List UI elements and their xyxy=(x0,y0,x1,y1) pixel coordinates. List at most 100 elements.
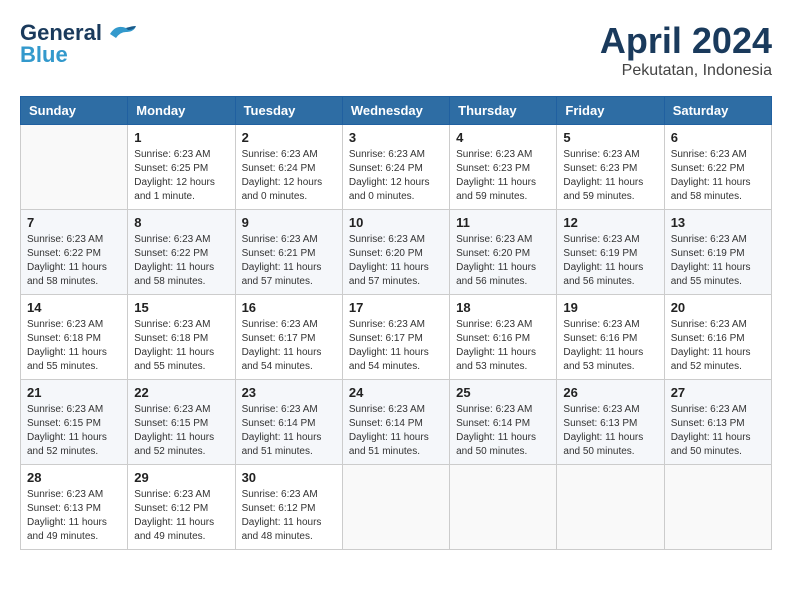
day-info: Sunrise: 6:23 AMSunset: 6:18 PMDaylight:… xyxy=(27,318,121,374)
calendar-day-cell: 22 Sunrise: 6:23 AMSunset: 6:15 PMDayligh… xyxy=(128,380,235,465)
header-friday: Friday xyxy=(557,97,664,125)
day-info: Sunrise: 6:23 AMSunset: 6:20 PMDaylight:… xyxy=(456,233,550,289)
calendar-day-cell xyxy=(557,465,664,550)
day-number: 23 xyxy=(242,385,336,400)
calendar-day-cell: 23Sunrise: 6:23 AMSunset: 6:14 PMDayligh… xyxy=(235,380,342,465)
calendar-day-cell: 7 Sunrise: 6:23 AMSunset: 6:22 PMDaylight… xyxy=(21,210,128,295)
logo-bird-icon xyxy=(106,22,138,44)
calendar-day-cell: 24Sunrise: 6:23 AMSunset: 6:14 PMDayligh… xyxy=(342,380,449,465)
calendar-day-cell: 8Sunrise: 6:23 AMSunset: 6:22 PMDaylight… xyxy=(128,210,235,295)
day-info: Sunrise: 6:23 AMSunset: 6:15 PMDaylight:… xyxy=(27,403,121,459)
day-info: Sunrise: 6:23 AMSunset: 6:12 PMDaylight:… xyxy=(134,488,228,544)
calendar-title: April 2024 xyxy=(600,20,772,62)
calendar-day-cell: 27Sunrise: 6:23 AMSunset: 6:13 PMDayligh… xyxy=(664,380,771,465)
calendar-day-cell: 16 Sunrise: 6:23 AMSunset: 6:17 PMDayligh… xyxy=(235,295,342,380)
day-info: Sunrise: 6:23 AMSunset: 6:19 PMDaylight:… xyxy=(563,233,657,289)
calendar-week-row: 28Sunrise: 6:23 AMSunset: 6:13 PMDayligh… xyxy=(21,465,772,550)
day-number: 2 xyxy=(242,130,336,145)
calendar-day-cell: 30 Sunrise: 6:23 AMSunset: 6:12 PMDayligh… xyxy=(235,465,342,550)
day-number: 25 xyxy=(456,385,550,400)
day-number: 21 xyxy=(27,385,121,400)
page-header: General Blue April 2024 Pekutatan, Indon… xyxy=(20,20,772,80)
calendar-day-cell: 5 Sunrise: 6:23 AMSunset: 6:23 PMDaylight… xyxy=(557,125,664,210)
day-number: 10 xyxy=(349,215,443,230)
day-number: 9 xyxy=(242,215,336,230)
calendar-day-cell: 14Sunrise: 6:23 AMSunset: 6:18 PMDayligh… xyxy=(21,295,128,380)
day-info: Sunrise: 6:23 AMSunset: 6:14 PMDaylight:… xyxy=(349,403,443,459)
day-number: 19 xyxy=(563,300,657,315)
calendar-day-cell: 11 Sunrise: 6:23 AMSunset: 6:20 PMDayligh… xyxy=(450,210,557,295)
calendar-day-cell: 15 Sunrise: 6:23 AMSunset: 6:18 PMDayligh… xyxy=(128,295,235,380)
day-number: 1 xyxy=(134,130,228,145)
calendar-day-cell: 28Sunrise: 6:23 AMSunset: 6:13 PMDayligh… xyxy=(21,465,128,550)
day-info: Sunrise: 6:23 AMSunset: 6:24 PMDaylight:… xyxy=(349,148,443,204)
day-number: 3 xyxy=(349,130,443,145)
calendar-day-cell: 9 Sunrise: 6:23 AMSunset: 6:21 PMDaylight… xyxy=(235,210,342,295)
day-info: Sunrise: 6:23 AMSunset: 6:13 PMDaylight:… xyxy=(27,488,121,544)
day-info: Sunrise: 6:23 AMSunset: 6:16 PMDaylight:… xyxy=(563,318,657,374)
calendar-day-cell xyxy=(21,125,128,210)
day-info: Sunrise: 6:23 AMSunset: 6:13 PMDaylight:… xyxy=(563,403,657,459)
calendar-subtitle: Pekutatan, Indonesia xyxy=(600,62,772,80)
calendar-day-cell: 10 Sunrise: 6:23 AMSunset: 6:20 PMDayligh… xyxy=(342,210,449,295)
day-info: Sunrise: 6:23 AMSunset: 6:17 PMDaylight:… xyxy=(349,318,443,374)
header-thursday: Thursday xyxy=(450,97,557,125)
calendar-day-cell: 2 Sunrise: 6:23 AMSunset: 6:24 PMDaylight… xyxy=(235,125,342,210)
day-info: Sunrise: 6:23 AMSunset: 6:22 PMDaylight:… xyxy=(134,233,228,289)
calendar-day-cell: 17Sunrise: 6:23 AMSunset: 6:17 PMDayligh… xyxy=(342,295,449,380)
calendar-day-cell: 1 Sunrise: 6:23 AMSunset: 6:25 PMDaylight… xyxy=(128,125,235,210)
day-number: 7 xyxy=(27,215,121,230)
day-info: Sunrise: 6:23 AMSunset: 6:24 PMDaylight:… xyxy=(242,148,336,204)
day-number: 11 xyxy=(456,215,550,230)
day-info: Sunrise: 6:23 AMSunset: 6:23 PMDaylight:… xyxy=(563,148,657,204)
day-number: 18 xyxy=(456,300,550,315)
day-info: Sunrise: 6:23 AMSunset: 6:15 PMDaylight:… xyxy=(134,403,228,459)
day-number: 12 xyxy=(563,215,657,230)
day-info: Sunrise: 6:23 AMSunset: 6:21 PMDaylight:… xyxy=(242,233,336,289)
day-info: Sunrise: 6:23 AMSunset: 6:17 PMDaylight:… xyxy=(242,318,336,374)
calendar-header-row: SundayMondayTuesdayWednesdayThursdayFrid… xyxy=(21,97,772,125)
header-sunday: Sunday xyxy=(21,97,128,125)
calendar-day-cell: 18 Sunrise: 6:23 AMSunset: 6:16 PMDayligh… xyxy=(450,295,557,380)
calendar-day-cell: 3 Sunrise: 6:23 AMSunset: 6:24 PMDaylight… xyxy=(342,125,449,210)
day-info: Sunrise: 6:23 AMSunset: 6:25 PMDaylight:… xyxy=(134,148,228,204)
calendar-day-cell xyxy=(664,465,771,550)
day-info: Sunrise: 6:23 AMSunset: 6:20 PMDaylight:… xyxy=(349,233,443,289)
header-monday: Monday xyxy=(128,97,235,125)
calendar-week-row: 21 Sunrise: 6:23 AMSunset: 6:15 PMDayligh… xyxy=(21,380,772,465)
day-number: 27 xyxy=(671,385,765,400)
calendar-day-cell: 12 Sunrise: 6:23 AMSunset: 6:19 PMDayligh… xyxy=(557,210,664,295)
calendar-day-cell: 19 Sunrise: 6:23 AMSunset: 6:16 PMDayligh… xyxy=(557,295,664,380)
day-number: 15 xyxy=(134,300,228,315)
calendar-day-cell: 29 Sunrise: 6:23 AMSunset: 6:12 PMDayligh… xyxy=(128,465,235,550)
calendar-day-cell xyxy=(450,465,557,550)
calendar-day-cell: 13Sunrise: 6:23 AMSunset: 6:19 PMDayligh… xyxy=(664,210,771,295)
calendar-day-cell xyxy=(342,465,449,550)
day-info: Sunrise: 6:23 AMSunset: 6:12 PMDaylight:… xyxy=(242,488,336,544)
day-number: 6 xyxy=(671,130,765,145)
logo: General Blue xyxy=(20,20,138,68)
day-number: 22 xyxy=(134,385,228,400)
calendar-day-cell: 20 Sunrise: 6:23 AMSunset: 6:16 PMDayligh… xyxy=(664,295,771,380)
calendar-day-cell: 4Sunrise: 6:23 AMSunset: 6:23 PMDaylight… xyxy=(450,125,557,210)
day-number: 5 xyxy=(563,130,657,145)
day-number: 30 xyxy=(242,470,336,485)
calendar-table: SundayMondayTuesdayWednesdayThursdayFrid… xyxy=(20,96,772,550)
day-info: Sunrise: 6:23 AMSunset: 6:22 PMDaylight:… xyxy=(27,233,121,289)
header-saturday: Saturday xyxy=(664,97,771,125)
day-info: Sunrise: 6:23 AMSunset: 6:14 PMDaylight:… xyxy=(456,403,550,459)
day-number: 13 xyxy=(671,215,765,230)
calendar-week-row: 1 Sunrise: 6:23 AMSunset: 6:25 PMDaylight… xyxy=(21,125,772,210)
day-info: Sunrise: 6:23 AMSunset: 6:18 PMDaylight:… xyxy=(134,318,228,374)
calendar-day-cell: 26 Sunrise: 6:23 AMSunset: 6:13 PMDayligh… xyxy=(557,380,664,465)
day-info: Sunrise: 6:23 AMSunset: 6:23 PMDaylight:… xyxy=(456,148,550,204)
day-number: 20 xyxy=(671,300,765,315)
title-block: April 2024 Pekutatan, Indonesia xyxy=(600,20,772,80)
day-info: Sunrise: 6:23 AMSunset: 6:16 PMDaylight:… xyxy=(456,318,550,374)
day-number: 16 xyxy=(242,300,336,315)
calendar-week-row: 14Sunrise: 6:23 AMSunset: 6:18 PMDayligh… xyxy=(21,295,772,380)
calendar-day-cell: 25 Sunrise: 6:23 AMSunset: 6:14 PMDayligh… xyxy=(450,380,557,465)
day-info: Sunrise: 6:23 AMSunset: 6:16 PMDaylight:… xyxy=(671,318,765,374)
day-number: 26 xyxy=(563,385,657,400)
day-number: 29 xyxy=(134,470,228,485)
